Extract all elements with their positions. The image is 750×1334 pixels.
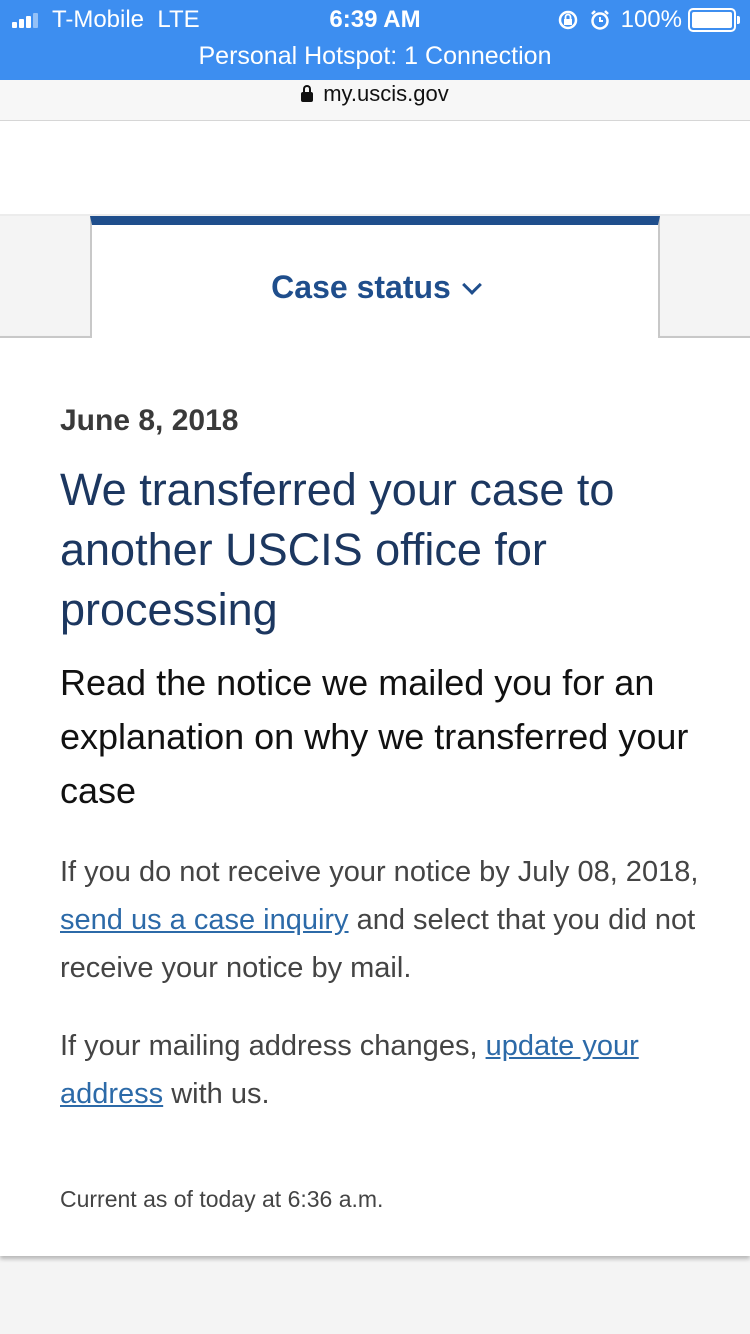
address-bar[interactable]: my.uscis.gov <box>0 80 750 121</box>
battery-percent: 100% <box>620 6 682 33</box>
status-bar: T-Mobile LTE 6:39 AM 100% Personal Hotsp… <box>0 0 750 80</box>
tab-case-status[interactable]: Case status <box>90 216 660 338</box>
alarm-icon <box>590 10 609 30</box>
case-inquiry-link[interactable]: send us a case inquiry <box>60 904 349 936</box>
lock-icon <box>301 85 314 102</box>
status-icons: 100% <box>557 6 740 34</box>
case-subheadline: Read the notice we mailed you for an exp… <box>60 662 689 811</box>
case-date: June 8, 2018 <box>60 404 239 437</box>
address-paragraph: If your mailing address changes, update … <box>60 1022 700 1118</box>
address-text-start: If your mailing address changes, <box>60 1030 486 1062</box>
notice-text-start: If you do not receive your notice by Jul… <box>60 856 699 888</box>
page-header-area <box>0 121 750 216</box>
case-status-card: June 8, 2018 We transferred your case to… <box>0 336 750 1256</box>
hotspot-banner[interactable]: Personal Hotspot: 1 Connection <box>0 42 750 71</box>
tab-case-status-label[interactable]: Case status <box>92 269 658 306</box>
notice-paragraph: If you do not receive your notice by Jul… <box>60 848 700 992</box>
last-updated: Current as of today at 6:36 a.m. <box>60 1186 384 1212</box>
address-text-end: with us. <box>163 1078 270 1110</box>
battery-icon <box>688 8 740 32</box>
tab-label-text: Case status <box>271 269 451 305</box>
case-headline: We transferred your case to another USCI… <box>60 464 615 635</box>
chevron-down-icon <box>461 275 482 295</box>
url-text: my.uscis.gov <box>323 81 449 106</box>
rotation-lock-icon <box>558 10 577 30</box>
